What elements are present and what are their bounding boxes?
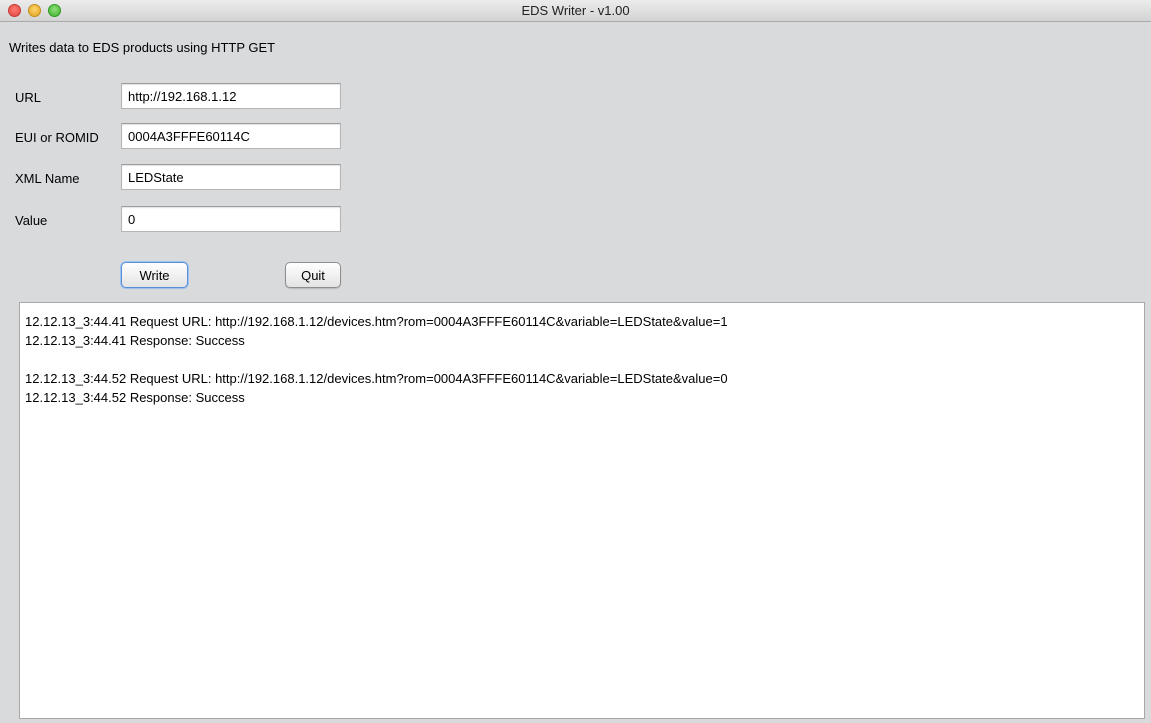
write-button[interactable]: Write	[121, 262, 188, 288]
log-line: 12.12.13_3:44.41 Response: Success	[25, 333, 245, 348]
xml-name-input[interactable]	[121, 164, 341, 190]
log-output[interactable]: 12.12.13_3:44.41 Request URL: http://192…	[19, 302, 1145, 719]
log-line: 12.12.13_3:44.52 Response: Success	[25, 390, 245, 405]
url-input[interactable]	[121, 83, 341, 109]
log-line: 12.12.13_3:44.41 Request URL: http://192…	[25, 314, 728, 329]
xml-name-label: XML Name	[15, 171, 80, 186]
log-blank-line	[25, 350, 1144, 369]
app-window: EDS Writer - v1.00 Writes data to EDS pr…	[0, 0, 1151, 723]
value-label: Value	[15, 213, 48, 228]
quit-button[interactable]: Quit	[285, 262, 341, 288]
app-description: Writes data to EDS products using HTTP G…	[9, 40, 276, 55]
eui-label: EUI or ROMID	[15, 130, 99, 145]
log-line: 12.12.13_3:44.52 Request URL: http://192…	[25, 371, 728, 386]
url-label: URL	[15, 90, 42, 105]
title-bar[interactable]: EDS Writer - v1.00	[0, 0, 1151, 22]
window-title: EDS Writer - v1.00	[521, 3, 630, 18]
eui-input[interactable]	[121, 123, 341, 149]
value-input[interactable]	[121, 206, 341, 232]
